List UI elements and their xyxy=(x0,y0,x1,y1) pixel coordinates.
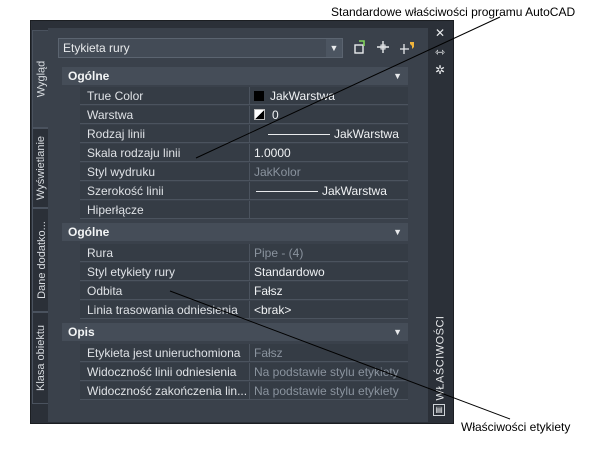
layer-icon xyxy=(254,109,265,120)
property-row[interactable]: Etykieta jest unieruchomiona Fałsz xyxy=(62,344,408,362)
property-value[interactable]: JakWarstwa xyxy=(250,125,408,143)
autohide-icon[interactable]: ⇿ xyxy=(433,45,447,59)
property-row[interactable]: Rodzaj linii JakWarstwa xyxy=(62,125,408,143)
collapse-icon[interactable]: ▼ xyxy=(393,67,402,85)
property-name: Warstwa xyxy=(80,106,250,124)
lineweight-sample xyxy=(256,191,318,192)
property-row[interactable]: Szerokość linii JakWarstwa xyxy=(62,182,408,200)
chevron-down-icon[interactable]: ▼ xyxy=(326,39,342,57)
collapse-icon[interactable]: ▼ xyxy=(393,223,402,241)
collapse-icon[interactable]: ▼ xyxy=(393,323,402,341)
property-row[interactable]: Widoczność linii odniesienia Na podstawi… xyxy=(62,363,408,381)
property-row[interactable]: Linia trasowania odniesienia <brak> xyxy=(62,301,408,319)
settings-icon[interactable]: ✲ xyxy=(433,63,447,77)
property-value[interactable]: Standardowo xyxy=(250,263,408,281)
property-name: Widoczność linii odniesienia xyxy=(80,363,250,381)
property-name: Linia trasowania odniesienia xyxy=(80,301,250,319)
property-value: JakKolor xyxy=(250,163,408,181)
property-row[interactable]: Rura Pipe - (4) xyxy=(62,244,408,262)
property-name: True Color xyxy=(80,87,250,105)
object-type-select[interactable]: Etykieta rury ▼ xyxy=(58,38,343,58)
callout-label-properties: Właściwości etykiety xyxy=(461,420,571,434)
property-name: Widoczność zakończenia lin... xyxy=(80,382,250,400)
property-value[interactable]: Fałsz xyxy=(250,282,408,300)
close-icon[interactable]: ✕ xyxy=(433,26,447,40)
property-value: Pipe - (4) xyxy=(250,244,408,262)
callout-standard-properties: Standardowe właściwości programu AutoCAD xyxy=(331,5,576,19)
property-value[interactable]: JakWarstwa xyxy=(250,87,408,105)
property-name: Hiperłącze xyxy=(80,201,250,219)
property-name: Etykieta jest unieruchomiona xyxy=(80,344,250,362)
property-value[interactable] xyxy=(250,201,408,219)
property-row[interactable]: Odbita Fałsz xyxy=(62,282,408,300)
property-value: Na podstawie stylu etykiety xyxy=(250,382,408,400)
pickadd-icon[interactable] xyxy=(352,40,368,56)
property-name: Rodzaj linii xyxy=(80,125,250,143)
property-row[interactable]: Skala rodzaju linii 1.0000 xyxy=(62,144,408,162)
property-row[interactable]: Warstwa 0 xyxy=(62,106,408,124)
palette-title: WŁAŚCIWOŚCI xyxy=(434,315,447,401)
quick-select-icon[interactable] xyxy=(400,40,416,56)
select-objects-icon[interactable] xyxy=(375,40,391,56)
linetype-sample xyxy=(268,134,330,135)
color-swatch-icon xyxy=(254,91,264,101)
property-row[interactable]: Hiperłącze xyxy=(62,201,408,219)
property-name: Rura xyxy=(80,244,250,262)
palette-menu-icon[interactable]: ▤ xyxy=(433,404,445,416)
section-header-general[interactable]: Ogólne ▼ xyxy=(62,67,408,85)
property-value[interactable]: 0 xyxy=(250,106,408,124)
property-value: Na podstawie stylu etykiety xyxy=(250,363,408,381)
property-name: Odbita xyxy=(80,282,250,300)
property-row[interactable]: Styl wydruku JakKolor xyxy=(62,163,408,181)
property-name: Styl etykiety rury xyxy=(80,263,250,281)
property-row[interactable]: Widoczność zakończenia lin... Na podstaw… xyxy=(62,382,408,400)
property-name: Skala rodzaju linii xyxy=(80,144,250,162)
property-value: Fałsz xyxy=(250,344,408,362)
section-header-annotation[interactable]: Opis ▼ xyxy=(62,323,408,341)
object-type-value: Etykieta rury xyxy=(63,41,130,55)
property-row[interactable]: True Color JakWarstwa xyxy=(62,87,408,105)
section-header-label-general[interactable]: Ogólne ▼ xyxy=(62,223,408,241)
property-value[interactable]: 1.0000 xyxy=(250,144,408,162)
property-value[interactable]: <brak> xyxy=(250,301,408,319)
property-name: Styl wydruku xyxy=(80,163,250,181)
property-value[interactable]: JakWarstwa xyxy=(250,182,408,200)
property-name: Szerokość linii xyxy=(80,182,250,200)
property-row[interactable]: Styl etykiety rury Standardowo xyxy=(62,263,408,281)
